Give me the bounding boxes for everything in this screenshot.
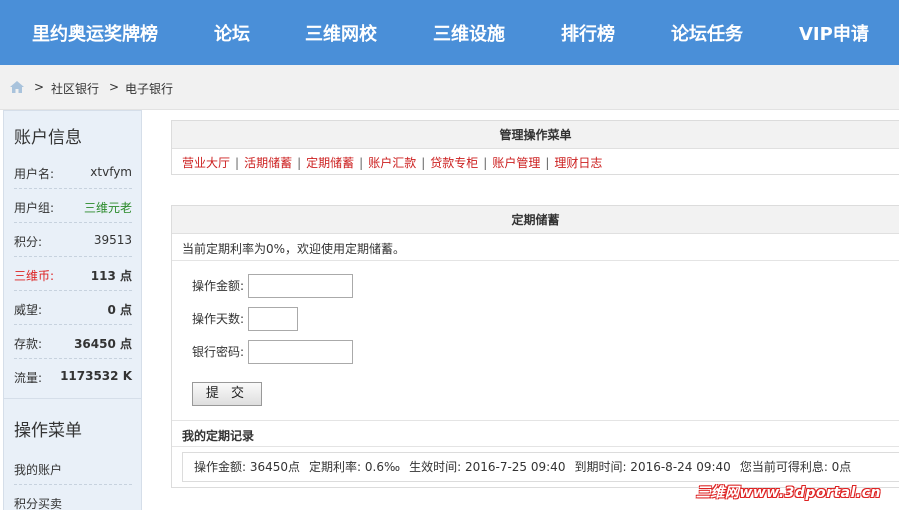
password-row: 银行密码: (192, 340, 353, 364)
divider (172, 446, 899, 447)
account-info-title: 账户信息 (14, 128, 82, 148)
operation-menu-title: 操作菜单 (14, 421, 82, 441)
admin-menu-links: 营业大厅 | 活期储蓄 | 定期储蓄 | 账户汇款 | 贷款专柜 | 账户管理 | 理财日志 (182, 154, 602, 171)
account-row-traffic: 流量: 1173532 K (14, 359, 132, 393)
row-label: 威望: (14, 303, 43, 317)
password-label: 银行密码: (192, 345, 245, 359)
fixed-deposit-panel: 定期储蓄 当前定期利率为0%，欢迎使用定期储蓄。 操作金额: 操作天数: 银行密… (171, 205, 899, 488)
link-separator: | (359, 156, 364, 170)
link-loans[interactable]: 贷款专柜 (430, 156, 478, 170)
deposit-record-row: 操作金额: 36450点 定期利率: 0.6‰ 生效时间: 2016-7-25 09… (182, 452, 899, 482)
row-label: 用户名: (14, 167, 55, 181)
bank-password-input[interactable] (247, 340, 353, 364)
breadcrumb-community-bank[interactable]: 社区银行 (51, 80, 99, 97)
row-value: 39513 (93, 233, 132, 247)
row-label: 三维币: (14, 269, 55, 283)
amount-input[interactable] (247, 274, 353, 298)
nav-item-vip[interactable]: VIP申请 (799, 0, 869, 65)
link-separator: | (545, 156, 550, 170)
admin-menu-title: 管理操作菜单 (172, 121, 899, 149)
sidebar: 账户信息 用户名: xtvfym 用户组: 三维元老 积分: 39513 三维币… (3, 110, 142, 510)
fixed-deposit-title: 定期储蓄 (172, 206, 899, 234)
link-separator: | (297, 156, 302, 170)
top-nav: 里约奥运奖牌榜 论坛 三维网校 三维设施 排行榜 论坛任务 VIP申请 (0, 0, 899, 65)
account-row-username: 用户名: xtvfym (14, 155, 132, 189)
watermark: 三维网www.3dportal.cn (695, 485, 881, 501)
row-value: 36450 点 (74, 337, 132, 351)
days-label: 操作天数: (192, 312, 245, 326)
nav-item-school[interactable]: 三维网校 (305, 0, 377, 65)
account-row-group: 用户组: 三维元老 (14, 189, 132, 223)
link-separator: | (483, 156, 488, 170)
link-current-savings[interactable]: 活期储蓄 (244, 156, 292, 170)
nav-item-olympics[interactable]: 里约奥运奖牌榜 (32, 0, 158, 65)
record-rate: 定期利率: 0.6‰ (309, 460, 401, 474)
row-value: 1173532 K (60, 369, 132, 383)
row-label: 存款: (14, 337, 43, 351)
record-amount: 操作金额: 36450点 (194, 460, 301, 474)
row-label: 流量: (14, 371, 43, 385)
divider (172, 420, 899, 421)
nav-item-forum[interactable]: 论坛 (214, 0, 250, 65)
account-row-coins: 三维币: 113 点 (14, 257, 132, 291)
nav-item-tasks[interactable]: 论坛任务 (671, 0, 743, 65)
row-label: 用户组: (14, 201, 55, 215)
sidebar-item-label: 我的账户 (14, 463, 63, 477)
sidebar-item-points-trade[interactable]: 积分买卖 (14, 485, 132, 510)
days-row: 操作天数: (192, 307, 298, 331)
row-value: 三维元老 (83, 201, 132, 215)
sidebar-divider (4, 398, 141, 399)
breadcrumb-e-bank[interactable]: 电子银行 (125, 80, 173, 97)
nav-item-ranking[interactable]: 排行榜 (561, 0, 615, 65)
rate-notice: 当前定期利率为0%，欢迎使用定期储蓄。 (182, 242, 406, 256)
row-value: 0 点 (107, 303, 132, 317)
record-start-time: 生效时间: 2016-7-25 09:40 (409, 460, 566, 474)
link-separator: | (421, 156, 426, 170)
sidebar-item-my-account[interactable]: 我的账户 (14, 451, 132, 485)
amount-label: 操作金额: (192, 279, 245, 293)
row-label: 积分: (14, 235, 43, 249)
admin-menu-panel: 管理操作菜单 营业大厅 | 活期储蓄 | 定期储蓄 | 账户汇款 | 贷款专柜 | 账户管理 | 理财日… (171, 120, 899, 175)
submit-button[interactable]: 提 交 (192, 382, 262, 406)
record-end-time: 到期时间: 2016-8-24 09:40 (574, 460, 731, 474)
breadcrumb-separator: > (34, 80, 45, 94)
link-finance-log[interactable]: 理财日志 (554, 156, 602, 170)
records-title: 我的定期记录 (182, 429, 255, 443)
nav-item-facilities[interactable]: 三维设施 (433, 0, 505, 65)
row-value: xtvfym (90, 165, 132, 179)
sidebar-item-label: 积分买卖 (14, 497, 63, 510)
days-input[interactable] (247, 307, 298, 331)
record-interest: 您当前可得利息: 0点 (739, 460, 852, 474)
account-row-points: 积分: 39513 (14, 223, 132, 257)
link-account-management[interactable]: 账户管理 (492, 156, 540, 170)
account-row-deposit: 存款: 36450 点 (14, 325, 132, 359)
link-fixed-savings[interactable]: 定期储蓄 (306, 156, 354, 170)
link-lobby[interactable]: 营业大厅 (182, 156, 230, 170)
row-value: 113 点 (90, 269, 132, 283)
divider (172, 260, 899, 261)
link-remittance[interactable]: 账户汇款 (368, 156, 416, 170)
amount-row: 操作金额: (192, 274, 353, 298)
home-icon[interactable] (10, 81, 24, 93)
breadcrumb: > 社区银行 > 电子银行 (0, 65, 899, 110)
breadcrumb-separator: > (109, 80, 120, 94)
account-row-prestige: 威望: 0 点 (14, 291, 132, 325)
link-separator: | (235, 156, 240, 170)
